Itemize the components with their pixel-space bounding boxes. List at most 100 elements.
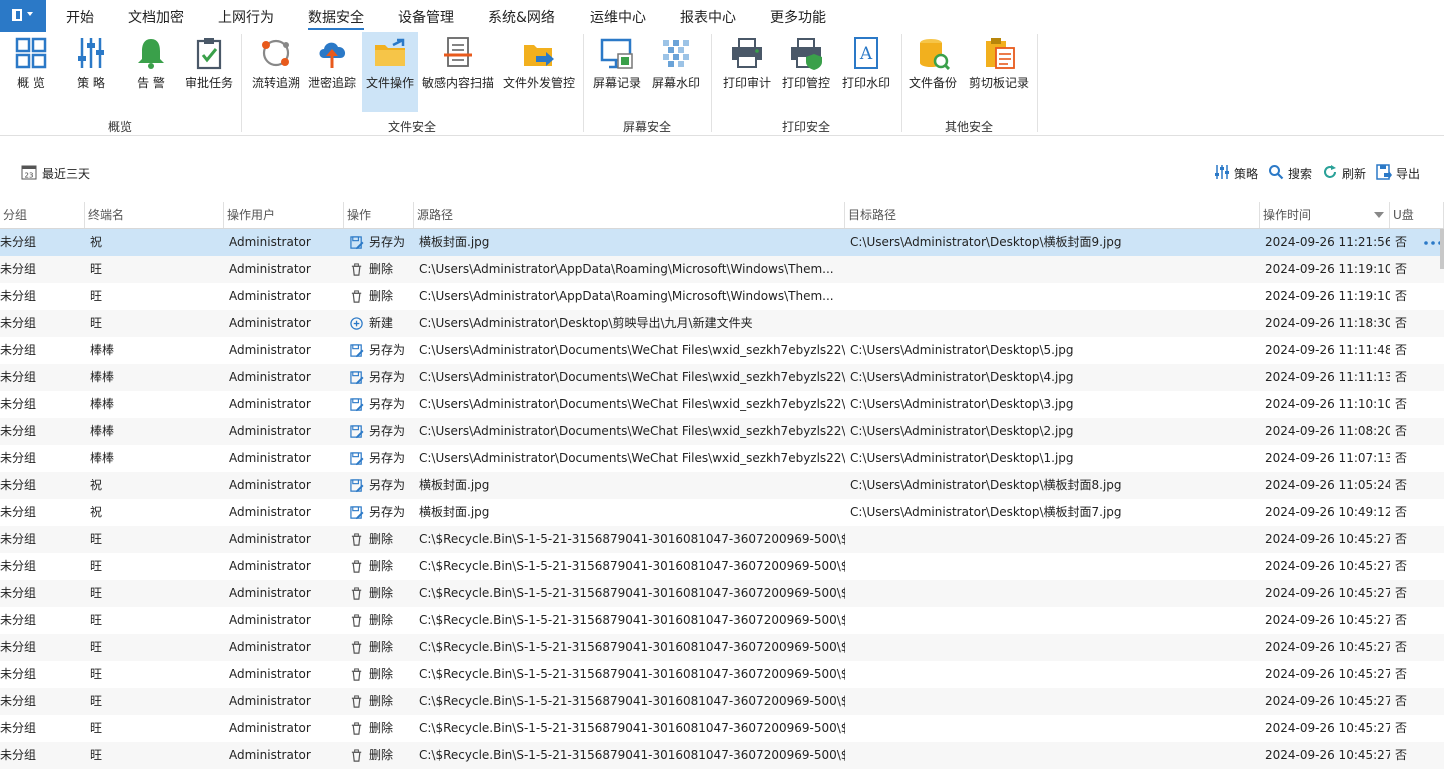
ribbon-button-1-3[interactable]: 敏感内容扫描	[420, 32, 496, 112]
vertical-scrollbar[interactable]	[1440, 229, 1444, 269]
cell-op-label: 另存为	[369, 397, 406, 411]
ribbon-button-0-3[interactable]: 审批任务	[182, 32, 236, 112]
table-row[interactable]: 未分组 旺 Administrator 删除 C:\Users\Administrato…	[0, 283, 1444, 310]
save-as-icon	[350, 344, 364, 358]
menu-tab-7[interactable]: 报表中心	[680, 7, 736, 27]
ribbon-button-label: 文件备份	[908, 76, 957, 90]
cell-group: 未分组	[0, 586, 37, 600]
cell-user: Administrator	[229, 532, 311, 546]
table-row[interactable]: 未分组 旺 Administrator 删除 C:\$Recycle.Bin\S-1-5…	[0, 715, 1444, 742]
ribbon-button-4-1[interactable]: 剪切板记录	[964, 32, 1034, 112]
export-icon	[1376, 164, 1392, 180]
column-header-time[interactable]: 操作时间	[1260, 202, 1390, 228]
cell-src: C:\$Recycle.Bin\S-1-5-21-3156879041-3016…	[419, 532, 845, 546]
menu-tab-4[interactable]: 设备管理	[398, 7, 454, 27]
table-row[interactable]: 未分组 旺 Administrator 删除 C:\$Recycle.Bin\S-1-5…	[0, 688, 1444, 715]
menu-tab-2[interactable]: 上网行为	[218, 7, 274, 27]
cell-usb: 否	[1395, 397, 1408, 411]
app-menu-button[interactable]	[0, 0, 46, 32]
column-header-usb[interactable]: U盘	[1390, 202, 1444, 228]
cell-op-label: 另存为	[369, 505, 406, 519]
table-row[interactable]: 未分组 棒棒 Administrator 另存为 C:\Users\Administra…	[0, 445, 1444, 472]
cell-src: C:\$Recycle.Bin\S-1-5-21-3156879041-3016…	[419, 586, 845, 600]
menu-tab-1[interactable]: 文档加密	[128, 7, 184, 27]
column-header-op[interactable]: 操作	[344, 202, 414, 228]
table-row[interactable]: 未分组 祝 Administrator 另存为 横板封面.jpg C:\Users\Adm…	[0, 229, 1444, 256]
cell-src: C:\$Recycle.Bin\S-1-5-21-3156879041-3016…	[419, 694, 845, 708]
ribbon-group-label: 其他安全	[944, 120, 993, 134]
table-row[interactable]: 未分组 旺 Administrator 删除 C:\$Recycle.Bin\S-1-5…	[0, 607, 1444, 634]
table-row[interactable]: 未分组 旺 Administrator 删除 C:\$Recycle.Bin\S-1-5…	[0, 634, 1444, 661]
save-as-icon	[350, 398, 364, 412]
column-header-dst[interactable]: 目标路径	[845, 202, 1260, 228]
menu-tab-0[interactable]: 开始	[66, 7, 94, 27]
ribbon-button-0-2[interactable]: 告 警	[128, 32, 174, 112]
ribbon-button-3-2[interactable]: A 打印水印	[838, 32, 894, 112]
cell-op: 另存为	[350, 418, 414, 445]
ribbon-button-0-1[interactable]: 策 略	[66, 32, 116, 112]
refresh-button[interactable]: 刷新	[1322, 163, 1368, 183]
column-header-label: 操作	[347, 208, 372, 222]
cell-src: C:\$Recycle.Bin\S-1-5-21-3156879041-3016…	[419, 559, 845, 573]
cell-group: 未分组	[0, 235, 37, 249]
export-button[interactable]: 导出	[1376, 163, 1422, 183]
ribbon-button-2-0[interactable]: 屏幕记录	[590, 32, 644, 112]
ribbon-button-1-4[interactable]: 文件外发管控	[500, 32, 578, 112]
table-row[interactable]: 未分组 旺 Administrator 删除 C:\$Recycle.Bin\S-1-5…	[0, 742, 1444, 769]
app-menu-icon	[12, 9, 22, 21]
ribbon-button-label: 告 警	[137, 76, 165, 90]
file-operation-folder-icon	[375, 38, 405, 66]
table-row[interactable]: 未分组 棒棒 Administrator 另存为 C:\Users\Administra…	[0, 364, 1444, 391]
menu-tab-8[interactable]: 更多功能	[770, 7, 826, 27]
table-row[interactable]: 未分组 旺 Administrator 删除 C:\$Recycle.Bin\S-1-5…	[0, 580, 1444, 607]
column-header-label: 终端名	[88, 208, 125, 222]
screen-watermark-icon	[663, 40, 689, 67]
column-header-user[interactable]: 操作用户	[224, 202, 344, 228]
cell-terminal: 棒棒	[90, 397, 115, 411]
column-header-terminal[interactable]: 终端名	[85, 202, 224, 228]
column-header-label: 操作用户	[227, 208, 276, 222]
ribbon-button-4-0[interactable]: 文件备份	[906, 32, 960, 112]
refresh-icon	[1324, 165, 1336, 178]
ribbon-button-3-0[interactable]: 打印审计	[720, 32, 774, 112]
table-row[interactable]: 未分组 祝 Administrator 另存为 横板封面.jpg C:\Users\Adm…	[0, 499, 1444, 526]
ribbon-button-1-2[interactable]: 文件操作	[362, 32, 418, 112]
cell-user: Administrator	[229, 289, 311, 303]
list-toolbar: 23 最近三天 策略 搜索 刷新 导出	[0, 146, 1444, 200]
cell-user: Administrator	[229, 694, 311, 708]
cell-group: 未分组	[0, 370, 37, 384]
menu-tab-5[interactable]: 系统&网络	[488, 7, 555, 27]
table-row[interactable]: 未分组 棒棒 Administrator 另存为 C:\Users\Administra…	[0, 391, 1444, 418]
menu-tab-6[interactable]: 运维中心	[590, 7, 646, 27]
table-row[interactable]: 未分组 旺 Administrator 删除 C:\$Recycle.Bin\S-1-5…	[0, 553, 1444, 580]
clipboard-record-icon	[986, 38, 1015, 69]
search-button[interactable]: 搜索	[1268, 163, 1314, 183]
table-row[interactable]: 未分组 祝 Administrator 另存为 横板封面.jpg C:\Users\Adm…	[0, 472, 1444, 499]
policy-button[interactable]: 策略	[1214, 163, 1260, 183]
ribbon-button-1-1[interactable]: 泄密追踪	[306, 32, 358, 112]
ribbon-button-2-1[interactable]: 屏幕水印	[648, 32, 704, 112]
cell-dst: C:\Users\Administrator\Desktop\2.jpg	[850, 424, 1074, 438]
ribbon-button-1-0[interactable]: 流转追溯	[250, 32, 302, 112]
cell-op: 删除	[350, 634, 414, 661]
calendar-icon: 23	[21, 165, 37, 180]
sort-descending-icon[interactable]	[1374, 212, 1384, 218]
column-header-src[interactable]: 源路径	[414, 202, 845, 228]
cell-group: 未分组	[0, 262, 37, 276]
cell-user: Administrator	[229, 397, 311, 411]
ribbon-button-0-0[interactable]: 概 览	[8, 32, 54, 112]
cell-op-label: 另存为	[369, 370, 406, 384]
table-row[interactable]: 未分组 旺 Administrator 删除 C:\$Recycle.Bin\S-1-5…	[0, 661, 1444, 688]
table-row[interactable]: 未分组 旺 Administrator 删除 C:\Users\Administrato…	[0, 256, 1444, 283]
menu-tab-3[interactable]: 数据安全	[308, 7, 364, 27]
table-row[interactable]: 未分组 棒棒 Administrator 另存为 C:\Users\Administra…	[0, 337, 1444, 364]
column-header-group[interactable]: 分组	[0, 202, 85, 228]
cell-group: 未分组	[0, 532, 37, 546]
table-row[interactable]: 未分组 旺 Administrator 新建 C:\Users\Administrato…	[0, 310, 1444, 337]
cell-time: 2024-09-26 11:11:13	[1265, 370, 1390, 384]
date-filter-button[interactable]: 23 最近三天	[21, 163, 101, 183]
table-row[interactable]: 未分组 棒棒 Administrator 另存为 C:\Users\Administra…	[0, 418, 1444, 445]
table-row[interactable]: 未分组 旺 Administrator 删除 C:\$Recycle.Bin\S-1-5…	[0, 526, 1444, 553]
export-label: 导出	[1396, 167, 1421, 181]
ribbon-button-3-1[interactable]: 打印管控	[778, 32, 834, 112]
